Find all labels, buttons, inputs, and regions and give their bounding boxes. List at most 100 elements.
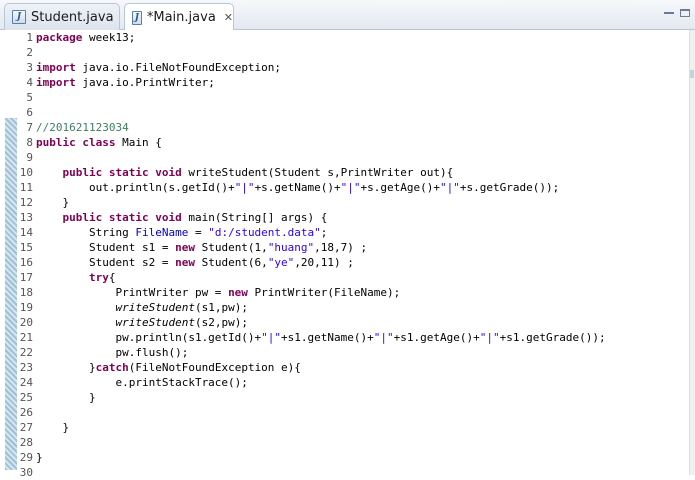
tab-student-java[interactable]: J Student.java xyxy=(4,3,120,30)
close-icon[interactable]: ✕ xyxy=(224,11,233,24)
line-number: 29 xyxy=(19,451,33,464)
code-token: +s1.getGrade()); xyxy=(499,331,606,344)
line-number: 5 xyxy=(26,91,33,104)
line-number: 4 xyxy=(26,76,33,89)
code-line[interactable]: package week13; xyxy=(36,30,135,45)
line-number: 15 xyxy=(19,241,33,254)
code-line[interactable]: //201621123034 xyxy=(36,120,129,135)
code-token: pw.println(s1.getId()+ xyxy=(36,331,262,344)
code-line[interactable]: Student s1 = new Student(1,"huang",18,7)… xyxy=(36,240,367,255)
code-line[interactable]: Student s2 = new Student(6,"ye",20,11) ; xyxy=(36,255,354,270)
code-line[interactable]: import java.io.PrintWriter; xyxy=(36,75,215,90)
code-line[interactable]: pw.flush(); xyxy=(36,345,188,360)
code-line[interactable]: writeStudent(s2,pw); xyxy=(36,315,248,330)
code-token: public static void xyxy=(62,166,182,179)
line-number: 3 xyxy=(26,61,33,74)
code-token: Student s1 = xyxy=(36,241,176,254)
code-line[interactable]: pw.println(s1.getId()+"|"+s1.getName()+"… xyxy=(36,330,606,345)
code-line[interactable]: out.println(s.getId()+"|"+s.getName()+"|… xyxy=(36,180,559,195)
line-number: 22 xyxy=(19,346,33,359)
code-token: FileName xyxy=(135,226,189,239)
line-number: 27 xyxy=(19,421,33,434)
code-line[interactable]: } xyxy=(36,420,69,435)
line-number: 20 xyxy=(19,316,33,329)
code-line[interactable]: } xyxy=(36,450,43,465)
code-line[interactable]: } xyxy=(36,390,96,405)
code-line[interactable]: } xyxy=(36,195,69,210)
code-token: writeStudent xyxy=(115,316,195,329)
maximize-icon[interactable] xyxy=(680,9,690,17)
code-line[interactable]: PrintWriter pw = new PrintWriter(FileNam… xyxy=(36,285,400,300)
java-file-icon: J xyxy=(132,10,142,25)
code-line[interactable]: String FileName = "d:/student.data"; xyxy=(36,225,327,240)
tab-label: *Main.java xyxy=(146,10,216,25)
code-token: week13; xyxy=(82,31,136,44)
code-token: +s.getName()+ xyxy=(254,181,341,194)
code-line[interactable]: writeStudent(s1,pw); xyxy=(36,300,248,315)
code-line[interactable]: import java.io.FileNotFoundException; xyxy=(36,60,281,75)
code-token: "ye" xyxy=(267,256,295,269)
minimize-icon[interactable] xyxy=(664,9,674,14)
code-token: pw.flush(); xyxy=(36,346,189,359)
code-token: { xyxy=(108,271,116,284)
code-token: +s.getAge()+ xyxy=(360,181,441,194)
code-token: e.printStackTrace(); xyxy=(36,376,248,389)
line-number: 18 xyxy=(19,286,33,299)
code-token: try xyxy=(88,271,109,284)
line-number: 8 xyxy=(26,136,33,149)
code-token: "|" xyxy=(340,181,361,194)
line-number: 25 xyxy=(19,391,33,404)
code-line[interactable]: public static void main(String[] args) { xyxy=(36,210,328,225)
vertical-scrollbar[interactable] xyxy=(689,30,695,475)
code-token: import xyxy=(36,61,76,74)
line-number: 14 xyxy=(19,226,33,239)
code-token: Student(1, xyxy=(194,241,268,254)
code-token: ,20,11) ; xyxy=(294,256,354,269)
code-token: java.io.PrintWriter; xyxy=(75,76,215,89)
code-token: java.io.FileNotFoundException; xyxy=(75,61,282,74)
code-token: } xyxy=(36,421,70,434)
code-token: +s1.getName()+ xyxy=(281,331,374,344)
code-token: Student s2 = xyxy=(36,256,176,269)
code-token: package xyxy=(36,31,83,44)
code-token: new xyxy=(175,241,195,254)
line-number: 21 xyxy=(19,331,33,344)
code-editor[interactable]: 1 2 3 4 5 6 7 8 9 10 11 12 13 14 15 16 17 18 19 20 21 22 23 24 2… xyxy=(0,30,695,479)
code-token: ,18,7) ; xyxy=(314,241,368,254)
code-token: "|" xyxy=(479,331,500,344)
line-number: 24 xyxy=(19,376,33,389)
code-token: } xyxy=(36,391,96,404)
code-token: "|" xyxy=(261,331,282,344)
code-token: "|" xyxy=(373,331,394,344)
code-token: (s2,pw); xyxy=(194,316,248,329)
code-token: catch xyxy=(95,361,129,374)
code-token: public class xyxy=(36,136,116,149)
line-number: 7 xyxy=(26,121,33,134)
code-token: main(String[] args) { xyxy=(181,211,328,224)
code-line[interactable]: e.printStackTrace(); xyxy=(36,375,248,390)
code-line[interactable]: public class Main { xyxy=(36,135,162,150)
code-token: (FileNotFoundException e){ xyxy=(128,361,301,374)
line-number: 23 xyxy=(19,361,33,374)
code-token: "huang" xyxy=(267,241,315,254)
line-number: 13 xyxy=(19,211,33,224)
code-line[interactable]: public static void writeStudent(Student … xyxy=(36,165,454,180)
code-token: "|" xyxy=(234,181,255,194)
code-token: writeStudent(Student s,PrintWriter out){ xyxy=(181,166,454,179)
code-line[interactable]: }catch(FileNotFoundException e){ xyxy=(36,360,301,375)
code-token: "|" xyxy=(440,181,460,194)
code-token: Student(6, xyxy=(194,256,268,269)
line-number: 30 xyxy=(19,466,33,479)
code-line[interactable]: try{ xyxy=(36,270,116,285)
code-token: new xyxy=(175,256,195,269)
code-token: (s1,pw); xyxy=(194,301,248,314)
line-number: 10 xyxy=(19,166,33,179)
code-token: +s.getGrade()); xyxy=(459,181,560,194)
code-token: +s1.getAge()+ xyxy=(393,331,480,344)
tab-main-java[interactable]: J *Main.java ✕ xyxy=(124,3,234,31)
line-number: 1 xyxy=(26,31,33,44)
